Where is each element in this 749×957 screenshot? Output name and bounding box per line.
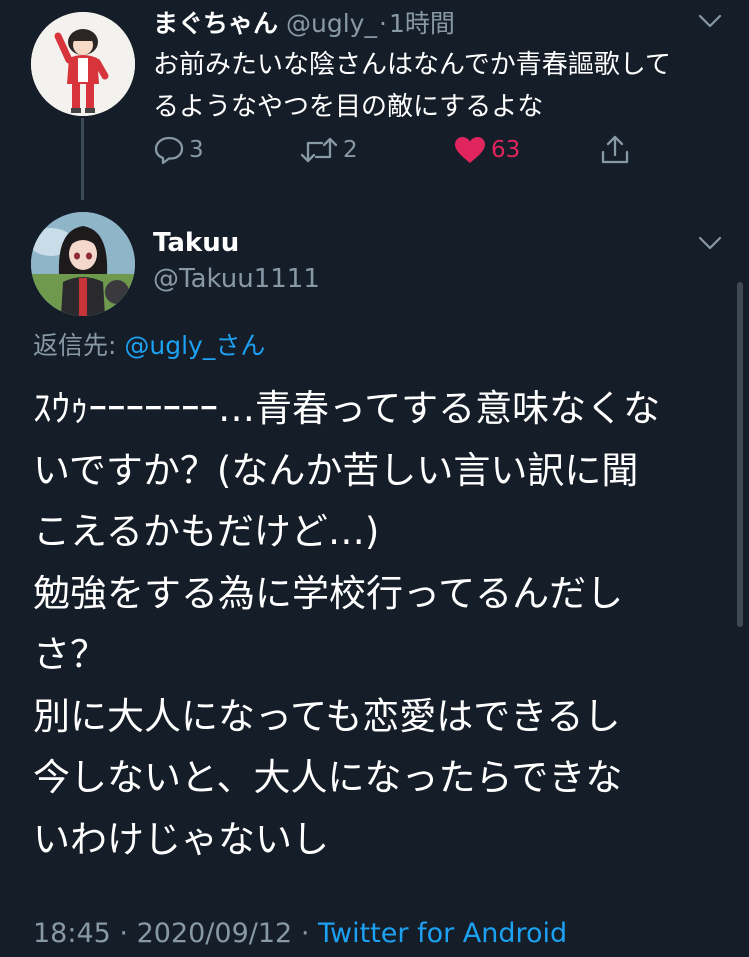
tweet1-timestamp[interactable]: 1時間 [389,4,455,40]
share-button[interactable] [598,130,632,170]
avatar-takuu[interactable] [31,212,135,316]
avatar-magu[interactable] [31,12,135,116]
share-upload-icon [601,135,629,164]
tweet1-text-line: お前みたいな陰さんはなんでか青春謳歌して [153,50,671,80]
speech-bubble-icon [154,136,184,165]
heart-icon [455,137,485,163]
tweet2-display-name[interactable]: Takuu [153,228,239,258]
reply-count: 3 [189,137,204,163]
reply-to-label: 返信先: [33,331,117,360]
like-button[interactable]: 63 [453,130,520,170]
tweet1-display-name[interactable]: まぐちゃん [153,4,278,40]
retweet-arrows-icon [300,137,338,163]
retweet-button[interactable]: 2 [299,130,358,170]
tweet2-text-line: 今しないと、大人になったらできな [33,756,623,799]
footer-separator: · [300,918,310,949]
tweet1-header: まぐちゃん @ugly_ · 1時間 [153,4,455,40]
like-count: 63 [491,137,521,163]
tweet2-text-line: いですか？(なんか苦しい言い訳に聞 [33,448,639,492]
thread-connector-line [81,118,84,200]
tweet2-text-line: さ？ [33,633,107,676]
footer-separator: · [119,918,128,949]
chevron-down-icon[interactable] [697,234,723,252]
tweet2-text: ｽｳｩｰｰｰｰｰｰｰ…青春ってする意味なくな いですか？(なんか苦しい言い訳に聞… [33,378,723,870]
tweet2-text-line: いわけじゃないし [33,817,329,861]
tweet2-client-link[interactable]: Twitter for Android [318,918,567,949]
tweet2-handle[interactable]: @Takuu1111 [153,264,320,294]
reply-button[interactable]: 3 [153,130,204,170]
tweet2-metadata: 18:45 · 2020/09/12 · Twitter for Android [33,918,567,949]
tweet2-text-line: 勉強をする為に学校行ってるんだし [33,571,624,615]
tweet1-action-bar: 3 2 63 [153,130,653,170]
reply-to-mention-link[interactable]: @ugly_さん [124,331,265,360]
tweet1-separator: · [378,9,387,38]
reply-context: 返信先: @ugly_さん [33,326,265,362]
tweet2-time: 18:45 [33,918,111,949]
tweet2-text-line: 別に大人になっても恋愛はできるし [33,694,621,738]
tweet2-text-line: こえるかもだけど…) [33,510,380,553]
tweet2-text-line: ｽｳｩｰｰｰｰｰｰｰ…青春ってする意味なくな [33,387,661,430]
tweet2-date: 2020/09/12 [136,918,293,949]
tweet-thread-screen: まぐちゃん @ugly_ · 1時間 お前みたいな陰さんはなんでか青春謳歌して … [0,0,749,957]
tweet1-handle[interactable]: @ugly_ [286,9,377,38]
retweet-count: 2 [343,137,358,163]
chevron-down-icon[interactable] [697,12,723,30]
scrollbar-thumb[interactable] [737,282,743,627]
tweet1-text: お前みたいな陰さんはなんでか青春謳歌して るようなやつを目の敵にするよな [153,44,723,128]
tweet1-text-line: るようなやつを目の敵にするよな [153,92,544,122]
